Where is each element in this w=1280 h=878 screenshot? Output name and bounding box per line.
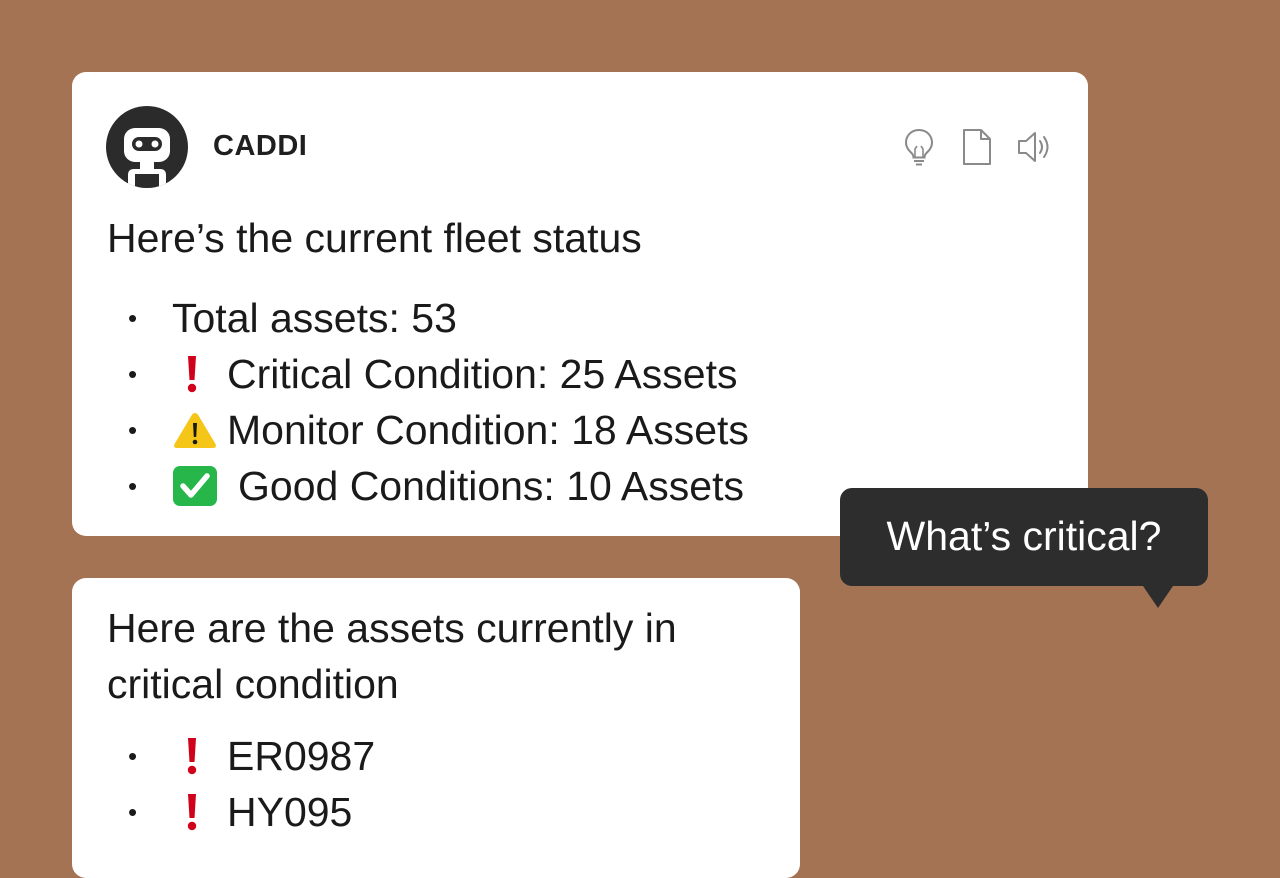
lightbulb-icon[interactable] — [900, 126, 938, 168]
exclamation-icon — [172, 346, 227, 402]
critical-assets-message: Here are the assets currently in critica… — [72, 578, 800, 878]
bullet: • — [128, 359, 138, 389]
exclamation-icon — [172, 728, 227, 784]
list-item: • Critical Condition: 25 Assets — [128, 346, 749, 402]
assistant-name: CADDI — [213, 130, 308, 162]
robot-icon — [106, 106, 188, 188]
document-icon[interactable] — [958, 126, 996, 168]
critical-message-title: Here are the assets currently in critica… — [107, 605, 677, 707]
bullet: • — [128, 741, 138, 771]
bullet: • — [128, 415, 138, 445]
critical-asset-list: • ER0987 • HY095 — [128, 728, 375, 840]
message-header: CADDI — [106, 106, 1054, 188]
list-item: • HY095 — [128, 784, 375, 840]
message-actions — [900, 126, 1054, 168]
bullet: • — [128, 303, 138, 333]
list-item-text: Monitor Condition: 18 Assets — [227, 406, 749, 453]
warning-icon — [172, 402, 227, 458]
asset-id: HY095 — [227, 788, 353, 835]
bullet: • — [128, 471, 138, 501]
list-item-text: Good Conditions: 10 Assets — [238, 462, 744, 509]
bullet: • — [128, 797, 138, 827]
status-message-title: Here’s the current fleet status — [107, 215, 642, 261]
user-message-bubble: What’s critical? — [840, 488, 1208, 586]
list-item: • ER0987 — [128, 728, 375, 784]
status-list: • Total assets: 53 • Critical Condition:… — [128, 290, 749, 514]
fleet-status-message: CADDI Here’s the current fleet status • … — [72, 72, 1088, 536]
check-icon — [172, 458, 238, 514]
exclamation-icon — [172, 784, 227, 840]
list-item: • Monitor Condition: 18 Assets — [128, 402, 749, 458]
list-item: • Good Conditions: 10 Assets — [128, 458, 749, 514]
list-item-text: Total assets: 53 — [172, 294, 457, 341]
list-item: • Total assets: 53 — [128, 290, 749, 346]
bubble-tail — [1143, 586, 1173, 608]
list-item-text: Critical Condition: 25 Assets — [227, 350, 738, 397]
asset-id: ER0987 — [227, 732, 376, 779]
speaker-icon[interactable] — [1016, 126, 1054, 168]
user-message-text: What’s critical? — [886, 512, 1162, 559]
